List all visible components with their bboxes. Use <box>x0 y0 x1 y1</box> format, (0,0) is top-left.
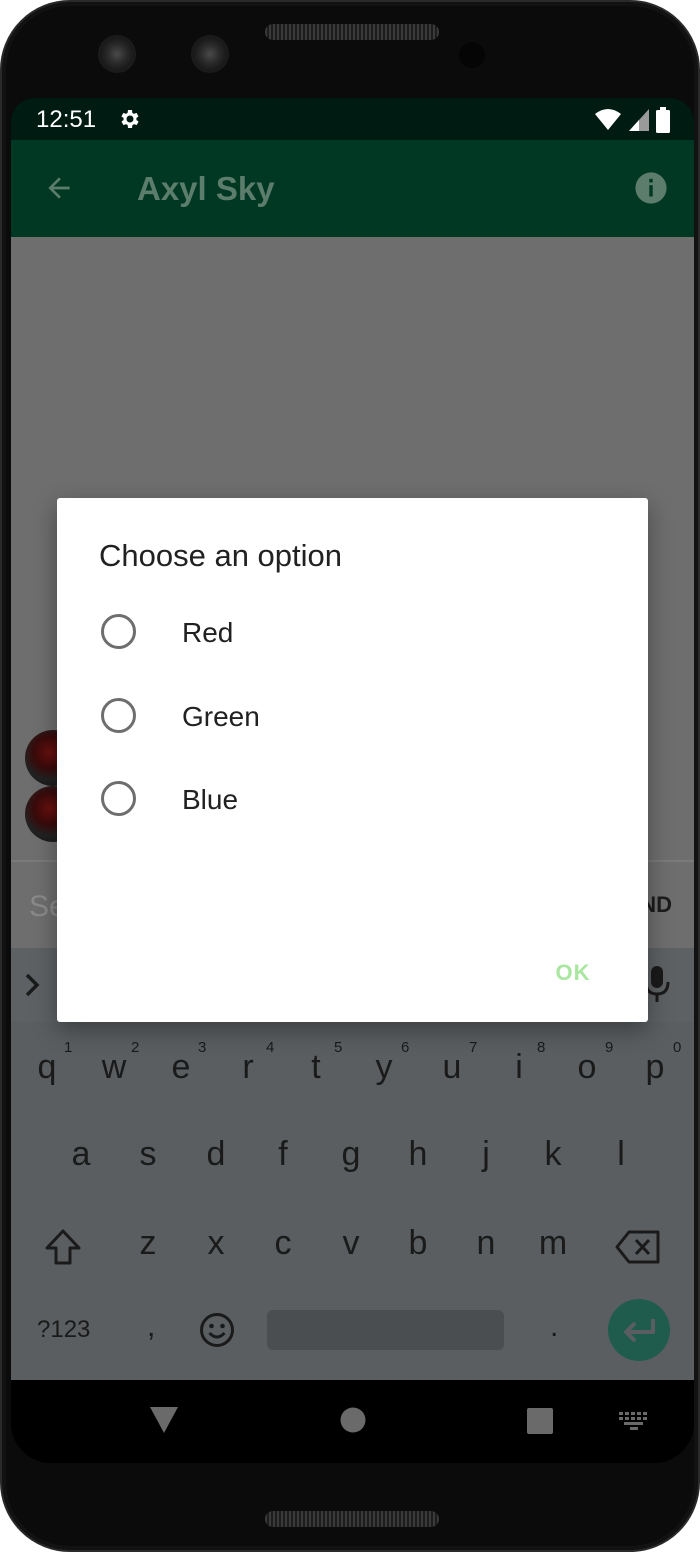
proximity-sensor <box>459 42 485 68</box>
nav-recents-icon[interactable] <box>527 1408 553 1434</box>
option-label: Green <box>182 701 260 732</box>
nav-home-icon[interactable] <box>340 1407 366 1433</box>
ok-button[interactable]: OK <box>539 953 607 993</box>
dialog-title: Choose an option <box>99 538 343 573</box>
choice-dialog: Choose an option Red Green Blue OK <box>57 498 648 1022</box>
option-label: Blue <box>182 784 239 815</box>
radio-button[interactable] <box>101 698 136 733</box>
option-label: Red <box>182 617 234 648</box>
radio-button[interactable] <box>101 781 136 816</box>
nav-back-icon[interactable] <box>149 1406 179 1434</box>
phone-device: 12:51 Axyl Sky Se ND q 1 w 2 e 3 r 4 t 5… <box>0 0 700 1552</box>
radio-button[interactable] <box>101 614 136 649</box>
option-blue[interactable]: Blue <box>101 768 601 828</box>
option-red[interactable]: Red <box>101 601 601 661</box>
earpiece-speaker <box>265 24 439 40</box>
keyboard-switch-icon[interactable] <box>619 1412 649 1430</box>
bottom-speaker <box>265 1511 439 1527</box>
navigation-bar <box>11 1380 694 1463</box>
front-camera-secondary <box>191 35 229 73</box>
front-camera <box>98 35 136 73</box>
option-green[interactable]: Green <box>101 685 601 745</box>
